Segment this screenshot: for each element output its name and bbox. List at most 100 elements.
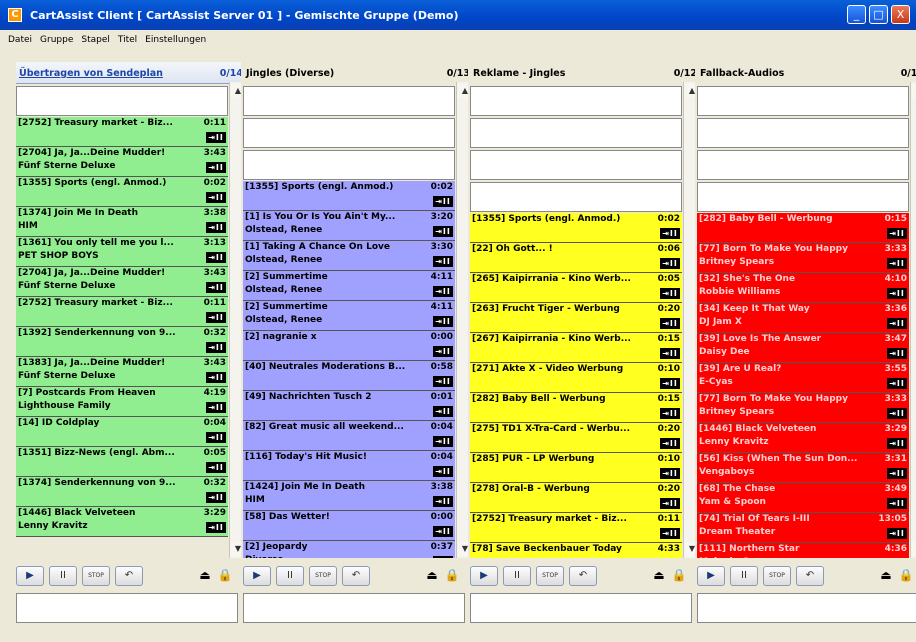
track-row[interactable]: [2752] Treasury market - Biz... 0:11 ⇥II (16, 297, 228, 327)
track-row[interactable]: [77] Born To Make You Happy 3:33 Britney… (697, 243, 909, 273)
track-control-icon[interactable]: ⇥II (206, 432, 226, 443)
empty-slot[interactable] (470, 118, 682, 148)
scroll-up-icon[interactable]: ▲ (458, 84, 468, 98)
track-row[interactable]: [2704] Ja, Ja...Deine Mudder! 3:43 Fünf … (16, 267, 228, 297)
menu-einstellungen[interactable]: Einstellungen (145, 35, 206, 45)
track-control-icon[interactable]: ⇥II (660, 348, 680, 359)
track-control-icon[interactable]: ⇥II (660, 498, 680, 509)
track-row[interactable]: [1424] Join Me In Death 3:38 HIM ⇥II (243, 481, 455, 511)
track-row[interactable]: [78] Save Beckenbauer Today 4:33 ⇥II (470, 543, 682, 558)
track-row[interactable]: [82] Great music all weekend... 0:04 ⇥II (243, 421, 455, 451)
track-control-icon[interactable]: ⇥II (660, 468, 680, 479)
track-control-icon[interactable]: ⇥II (660, 288, 680, 299)
scroll-up-icon[interactable]: ▲ (231, 84, 241, 98)
track-control-icon[interactable]: ⇥II (887, 468, 907, 479)
empty-slot[interactable] (243, 86, 455, 116)
track-row[interactable]: [1355] Sports (engl. Anmod.) 0:02 ⇥II (16, 177, 228, 207)
track-row[interactable]: [2] nagranie x 0:00 ⇥II (243, 331, 455, 361)
stop-button[interactable]: STOP (82, 566, 110, 586)
track-control-icon[interactable]: ⇥II (433, 196, 453, 207)
track-control-icon[interactable]: ⇥II (887, 288, 907, 299)
rewind-button[interactable]: ↶ (115, 566, 143, 586)
track-control-icon[interactable]: ⇥II (206, 522, 226, 533)
track-control-icon[interactable]: ⇥II (206, 462, 226, 473)
track-control-icon[interactable]: ⇥II (433, 346, 453, 357)
track-control-icon[interactable]: ⇥II (887, 258, 907, 269)
track-row[interactable]: [1351] Bizz-News (engl. Abm... 0:05 ⇥II (16, 447, 228, 477)
stop-button[interactable]: STOP (536, 566, 564, 586)
track-row[interactable]: [74] Trial Of Tears I-III 13:05 Dream Th… (697, 513, 909, 543)
track-control-icon[interactable]: ⇥II (660, 528, 680, 539)
track-row[interactable]: [275] TD1 X-Tra-Card - Werbu... 0:20 ⇥II (470, 423, 682, 453)
track-row[interactable]: [22] Oh Gott... ! 0:06 ⇥II (470, 243, 682, 273)
pause-button[interactable]: II (730, 566, 758, 586)
pause-button[interactable]: II (49, 566, 77, 586)
track-control-icon[interactable]: ⇥II (206, 342, 226, 353)
empty-slot[interactable] (470, 182, 682, 212)
track-row[interactable]: [2752] Treasury market - Biz... 0:11 ⇥II (470, 513, 682, 543)
track-control-icon[interactable]: ⇥II (433, 526, 453, 537)
track-control-icon[interactable]: ⇥II (206, 162, 226, 173)
track-control-icon[interactable]: ⇥II (433, 376, 453, 387)
rewind-button[interactable]: ↶ (569, 566, 597, 586)
track-row[interactable]: [56] Kiss (When The Sun Don... 3:31 Veng… (697, 453, 909, 483)
track-row[interactable]: [39] Love Is The Answer 3:47 Daisy Dee ⇥… (697, 333, 909, 363)
maximize-button[interactable]: □ (869, 5, 888, 24)
track-row[interactable]: [2] Jeopardy 0:37 Diverse ⇥II (243, 541, 455, 558)
track-control-icon[interactable]: ⇥II (206, 312, 226, 323)
scroll-up-icon[interactable]: ▲ (685, 84, 695, 98)
empty-slot[interactable] (697, 118, 909, 148)
column-header[interactable]: Übertragen von Sendeplan 0/14 (16, 62, 241, 84)
track-control-icon[interactable]: ⇥II (660, 318, 680, 329)
track-control-icon[interactable]: ⇥II (887, 348, 907, 359)
track-control-icon[interactable]: ⇥II (887, 318, 907, 329)
track-row[interactable]: [2704] Ja, Ja...Deine Mudder! 3:43 Fünf … (16, 147, 228, 177)
track-control-icon[interactable]: ⇥II (660, 378, 680, 389)
track-control-icon[interactable]: ⇥II (887, 498, 907, 509)
column-header[interactable]: Fallback-Audios 0/13 (697, 62, 916, 84)
track-control-icon[interactable]: ⇥II (206, 372, 226, 383)
empty-slot[interactable] (697, 182, 909, 212)
track-row[interactable]: [278] Oral-B - Werbung 0:20 ⇥II (470, 483, 682, 513)
track-row[interactable]: [263] Frucht Tiger - Werbung 0:20 ⇥II (470, 303, 682, 333)
track-control-icon[interactable]: ⇥II (206, 492, 226, 503)
column-header[interactable]: Reklame - Jingles 0/12 (470, 62, 695, 84)
track-row[interactable]: [1355] Sports (engl. Anmod.) 0:02 ⇥II (470, 213, 682, 243)
play-button[interactable]: ▶ (470, 566, 498, 586)
track-control-icon[interactable]: ⇥II (660, 438, 680, 449)
play-button[interactable]: ▶ (16, 566, 44, 586)
track-row[interactable]: [14] ID Coldplay 0:04 ⇥II (16, 417, 228, 447)
track-control-icon[interactable]: ⇥II (660, 408, 680, 419)
track-control-icon[interactable]: ⇥II (433, 256, 453, 267)
pause-button[interactable]: II (276, 566, 304, 586)
track-control-icon[interactable]: ⇥II (206, 282, 226, 293)
track-row[interactable]: [34] Keep It That Way 3:36 DJ Jam X ⇥II (697, 303, 909, 333)
track-row[interactable]: [1374] Senderkennung von 9... 0:32 ⇥II (16, 477, 228, 507)
track-row[interactable]: [2] Summertime 4:11 Olstead, Renee ⇥II (243, 271, 455, 301)
scroll-down-icon[interactable]: ▼ (458, 542, 468, 556)
track-row[interactable]: [1446] Black Velveteen 3:29 Lenny Kravit… (697, 423, 909, 453)
track-control-icon[interactable]: ⇥II (433, 466, 453, 477)
track-row[interactable]: [1446] Black Velveteen 3:29 Lenny Kravit… (16, 507, 228, 537)
stop-button[interactable]: STOP (309, 566, 337, 586)
eject-icon[interactable]: ⏏ (196, 566, 214, 584)
track-row[interactable]: [7] Postcards From Heaven 4:19 Lighthous… (16, 387, 228, 417)
track-row[interactable]: [1383] Ja, Ja...Deine Mudder! 3:43 Fünf … (16, 357, 228, 387)
track-row[interactable]: [111] Northern Star 4:36 Melanie C ⇥II (697, 543, 909, 558)
track-control-icon[interactable]: ⇥II (433, 316, 453, 327)
track-row[interactable]: [1392] Senderkennung von 9... 0:32 ⇥II (16, 327, 228, 357)
title-bar[interactable]: C CartAssist Client [ CartAssist Server … (0, 0, 916, 30)
scroll-down-icon[interactable]: ▼ (231, 542, 241, 556)
track-row[interactable]: [2] Summertime 4:11 Olstead, Renee ⇥II (243, 301, 455, 331)
play-button[interactable]: ▶ (697, 566, 725, 586)
scroll-down-icon[interactable]: ▼ (912, 542, 916, 556)
stop-button[interactable]: STOP (763, 566, 791, 586)
empty-slot[interactable] (697, 86, 909, 116)
close-button[interactable]: X (891, 5, 910, 24)
vertical-scrollbar[interactable]: ▲ ▼ (229, 82, 241, 558)
menu-titel[interactable]: Titel (118, 35, 137, 45)
track-row[interactable]: [1355] Sports (engl. Anmod.) 0:02 ⇥II (243, 181, 455, 211)
track-row[interactable]: [265] Kaipirrania - Kino Werb... 0:05 ⇥I… (470, 273, 682, 303)
track-control-icon[interactable]: ⇥II (433, 286, 453, 297)
track-row[interactable]: [1374] Join Me In Death 3:38 HIM ⇥II (16, 207, 228, 237)
